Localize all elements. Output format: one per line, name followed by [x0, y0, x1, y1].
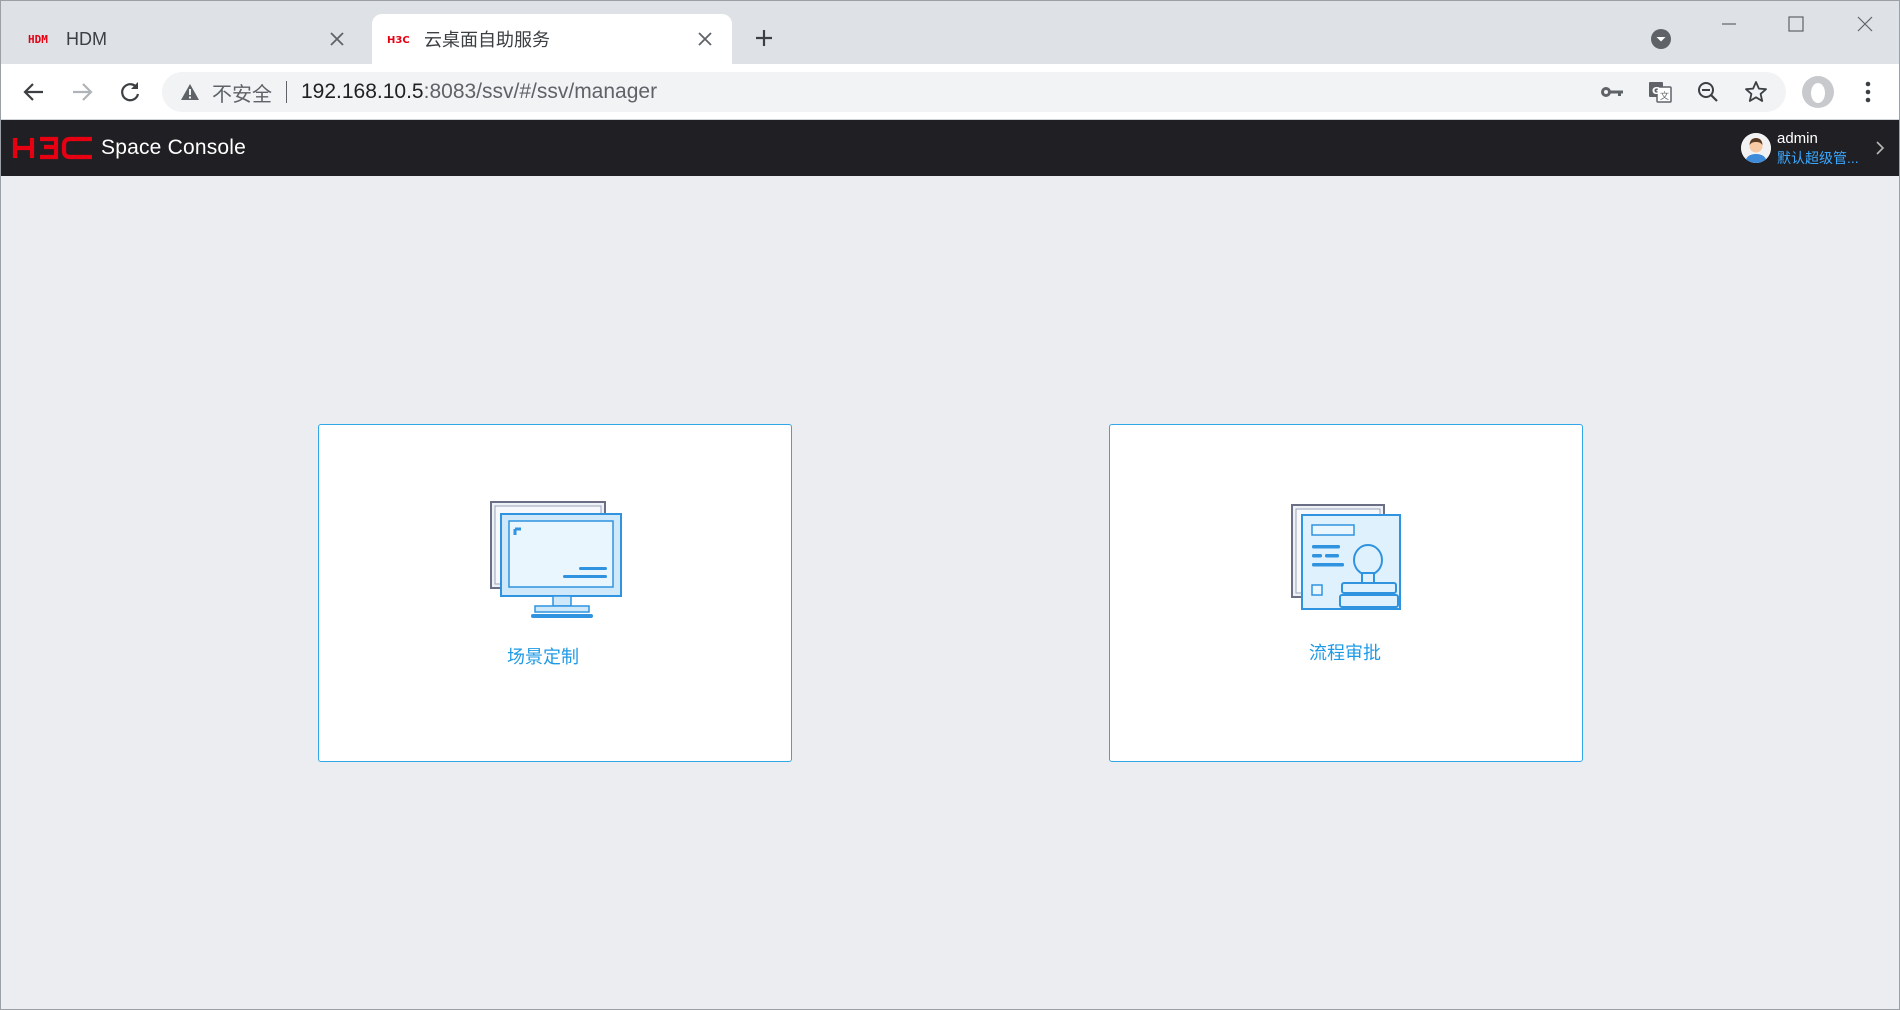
tab-search-button[interactable]	[1648, 26, 1674, 52]
minimize-icon	[1722, 23, 1736, 25]
new-tab-button[interactable]	[748, 22, 780, 54]
app-header: Space Console admin 默认超级管...	[0, 120, 1900, 176]
maximize-icon	[1788, 16, 1804, 32]
minimize-button[interactable]	[1698, 4, 1760, 44]
url-host: 192.168.10.5	[301, 80, 424, 103]
plus-icon	[756, 30, 772, 46]
brand-name: Space Console	[101, 136, 247, 159]
user-name[interactable]: admin	[1777, 130, 1818, 147]
menu-icon	[1865, 81, 1871, 103]
svg-text:H3C: H3C	[387, 35, 410, 45]
browser-menu-button[interactable]	[1850, 74, 1886, 110]
tab-title: 云桌面自助服务	[424, 30, 550, 50]
chevron-right-icon	[1876, 141, 1885, 155]
forward-arrow-icon	[73, 83, 93, 101]
user-menu-chevron[interactable]	[1872, 138, 1888, 158]
process-approval-card[interactable]: 流程审批	[1109, 424, 1583, 762]
browser-toolbar: 不安全 192.168.10.5:8083/ssv/#/ssv/manager …	[0, 64, 1900, 120]
close-icon	[1857, 16, 1873, 32]
reload-button[interactable]	[112, 74, 148, 110]
hdm-favicon-icon: HDM	[28, 29, 56, 49]
scene-customization-card[interactable]: 场景定制	[318, 424, 792, 762]
h3c-favicon-icon: H3C	[386, 29, 414, 49]
close-tab-icon[interactable]	[322, 24, 352, 54]
close-tab-icon[interactable]	[690, 24, 720, 54]
back-arrow-icon	[23, 83, 43, 101]
address-bar[interactable]: 不安全 192.168.10.5:8083/ssv/#/ssv/manager …	[162, 72, 1786, 112]
document-stamp-icon	[1290, 503, 1404, 622]
chevron-down-icon	[1651, 29, 1671, 49]
url-text[interactable]: 192.168.10.5:8083/ssv/#/ssv/manager	[301, 80, 657, 104]
security-label[interactable]: 不安全	[212, 78, 272, 107]
url-path: :8083/ssv/#/ssv/manager	[423, 80, 658, 103]
svg-text:HDM: HDM	[28, 33, 48, 46]
h3c-logo[interactable]	[12, 136, 96, 165]
card-label: 场景定制	[507, 647, 579, 667]
profile-button[interactable]	[1800, 74, 1836, 110]
maximize-button[interactable]	[1765, 4, 1827, 44]
tab-hdm[interactable]: HDM HDM	[14, 14, 364, 64]
user-role[interactable]: 默认超级管...	[1777, 148, 1859, 168]
bookmark-star-icon[interactable]	[1742, 78, 1770, 106]
window-close-button[interactable]	[1834, 4, 1896, 44]
forward-button[interactable]	[64, 74, 100, 110]
key-icon[interactable]	[1598, 78, 1626, 106]
profile-icon	[1802, 76, 1834, 108]
reload-icon	[121, 82, 140, 102]
avatar[interactable]	[1741, 133, 1771, 163]
svg-text:G: G	[1652, 86, 1660, 97]
warning-icon[interactable]	[178, 80, 202, 104]
back-button[interactable]	[16, 74, 52, 110]
tab-ssv[interactable]: H3C 云桌面自助服务	[372, 14, 732, 64]
zoom-out-icon[interactable]	[1694, 78, 1722, 106]
tab-title: HDM	[66, 28, 107, 49]
translate-icon[interactable]: G文	[1646, 78, 1674, 106]
tab-strip: HDM HDM H3C 云桌面自助服务	[0, 0, 1900, 64]
main-content: 场景定制 流程审批	[0, 176, 1900, 1010]
svg-text:文: 文	[1660, 90, 1669, 102]
card-label: 流程审批	[1309, 643, 1381, 663]
desktop-monitor-icon	[489, 500, 625, 627]
separator	[286, 81, 287, 103]
